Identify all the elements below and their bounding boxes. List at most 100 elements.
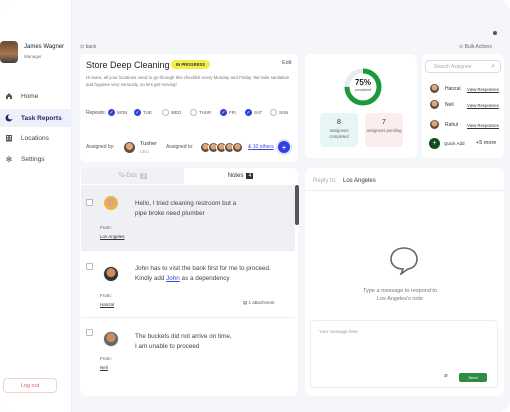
day-toggle-sat[interactable]: ✓ SAT [245,109,262,116]
bulk-actions-button[interactable]: ⊙ Bulk Actions [459,44,492,50]
unchecked-icon [162,109,169,116]
assignee-name: Hanzal [445,86,461,92]
assignee-name: Neil [445,102,454,108]
home-icon [5,92,13,100]
sidebar-item-label: Home [21,92,39,100]
day-toggle-wed[interactable]: WED [162,109,181,116]
day-label: FRI [229,110,237,115]
user-role: Manager [24,54,42,59]
progress-ring [344,68,382,106]
note-from-link[interactable]: Los Angeles [100,234,125,239]
view-responses-link[interactable]: View Responses [467,87,499,92]
sidebar-item-label: Task Reports [21,114,62,122]
app-window: James Wagner Manager Home Task Reports L… [0,0,510,412]
quick-add-button[interactable]: + Quick Add [429,138,465,149]
note-item[interactable]: John has to visit the bank first for me … [81,256,357,318]
check-icon: ✓ [245,109,252,116]
gear-icon: ✻ [5,154,13,164]
unchecked-icon [270,109,277,116]
day-label: THUR [199,110,212,115]
page-title: Store Deep Cleaning [86,60,170,70]
sidebar-item-settings[interactable]: ✻ Settings [0,150,72,168]
tab-label: Notes [227,173,244,179]
edit-button[interactable]: Edit [282,60,291,66]
note-checkbox[interactable] [86,263,93,270]
pending-stat: 7 assignees pending [365,113,403,147]
day-toggle-thur[interactable]: THUR [190,109,211,116]
scrollbar[interactable] [295,185,299,225]
search-input[interactable]: Search Assignee ⌕ [425,60,501,73]
assignee-row: Rahul View Responses [429,119,501,131]
assigned-by-role: CEO [140,149,149,154]
message-input[interactable]: Your message here ⌀ Send [310,320,498,388]
add-assignee-button[interactable]: + [278,141,290,153]
plus-icon: + [429,138,440,149]
assignee-name: Rahul [445,122,459,128]
day-toggle-tue[interactable]: ✓ TUE [134,109,152,116]
note-from-label: From: [100,356,112,361]
repeats-label: Repeats: [86,110,107,116]
unchecked-icon [190,109,197,116]
others-link[interactable]: & 10 others [248,144,274,150]
sidebar-item-task-reports[interactable]: Task Reports [0,109,72,127]
note-item[interactable]: Hello, I tried cleaning restroom but a p… [81,185,357,251]
building-icon [5,134,13,142]
tab-todos[interactable]: To-Dos 3 [81,168,184,184]
avatar [103,266,119,282]
note-text: The buckets did not arrive on time, I am… [135,333,232,350]
assignee-row: Neil View Responses [429,99,501,111]
divider [305,190,504,191]
day-toggle-fri[interactable]: ✓ FRI [220,109,236,116]
note-from-label: From: [100,225,112,230]
search-placeholder: Search Assignee [434,63,472,70]
task-description: Hi team, all your locations need to go t… [86,75,290,87]
note-text: Hello, I tried cleaning restroom but a p… [135,200,237,217]
sidebar-item-label: Settings [21,155,45,163]
sidebar-item-locations[interactable]: Locations [0,129,72,147]
note-checkbox[interactable] [86,199,93,206]
progress-sub-label: completed [354,88,372,92]
day-label: MON [117,110,128,115]
avatar [103,331,119,347]
attachment-link[interactable]: ▤ 1 attachment [243,300,275,306]
day-label: SAT [254,110,263,115]
plus-icon: + [281,142,287,152]
view-responses-link[interactable]: View Responses [467,123,499,128]
send-button[interactable]: Send [459,373,487,382]
assigned-by-avatar[interactable] [123,141,136,154]
view-responses-link[interactable]: View Responses [467,103,499,108]
back-link[interactable]: ⊙ back [80,44,96,50]
logout-button[interactable]: Log out [3,378,57,393]
note-from-link[interactable]: Neil [100,365,108,370]
assignee-avatar[interactable] [232,142,243,153]
day-toggle-sun[interactable]: SUN [270,109,288,116]
more-assignees-link[interactable]: +5 more [476,140,496,146]
tab-label: To-Dos [118,173,138,179]
day-toggle-mon[interactable]: ✓ MON [108,109,127,116]
avatar [429,83,440,94]
status-badge: IN PROGRESS [171,60,211,69]
quick-add-label: Quick Add [444,141,465,146]
note-checkbox[interactable] [86,329,93,336]
avatar [0,41,18,63]
chat-bubble-icon [390,247,418,275]
empty-state-text: Type a message to respond to Los Angeles… [363,288,437,302]
progress-percent: 75% [354,78,371,87]
message-placeholder: Your message here [319,329,358,334]
assignee-row: Hanzal View Responses [429,83,501,95]
note-item[interactable]: The buckets did not arrive on time, I am… [81,322,357,388]
user-name: James Wagner [24,44,65,50]
notification-icon[interactable] [493,31,497,35]
mention-link[interactable]: John [166,275,180,282]
avatar [429,119,440,130]
check-icon: ✓ [108,109,115,116]
note-from-link[interactable]: Hanzal [100,302,114,307]
user-profile[interactable]: James Wagner Manager [0,40,72,66]
day-label: TUE [143,110,152,115]
paperclip-icon[interactable]: ⌀ [444,372,448,379]
sidebar: James Wagner Manager Home Task Reports L… [0,0,72,412]
tab-notes[interactable]: Notes 4 [184,168,297,184]
reply-to-location: Los Angeles [343,178,376,184]
avatar [429,99,440,110]
sidebar-item-home[interactable]: Home [0,87,72,105]
